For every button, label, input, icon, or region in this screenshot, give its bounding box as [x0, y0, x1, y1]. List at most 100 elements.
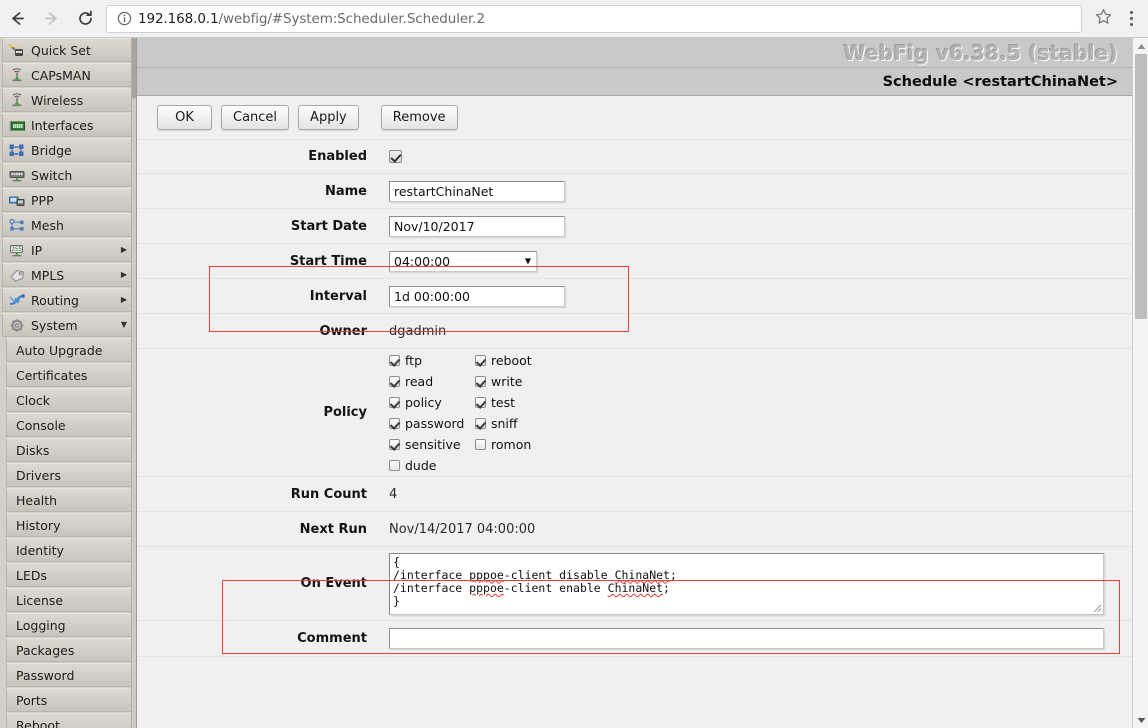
bookmark-button[interactable]: [1088, 4, 1118, 34]
on-event-textarea[interactable]: { /interface pppoe-client disable ChinaN…: [389, 552, 1104, 615]
interval-label: Interval: [309, 288, 367, 304]
start-date-input[interactable]: [389, 215, 565, 237]
sidebar-item-quick-set[interactable]: Quick Set: [2, 38, 134, 62]
sidebar-subitem-label: Drivers: [16, 467, 61, 483]
sidebar-item-label: System: [31, 317, 78, 333]
sidebar-item-wireless[interactable]: Wireless: [2, 88, 134, 112]
scroll-down-arrow-icon[interactable]: [1133, 712, 1148, 728]
on-event-label: On Event: [300, 576, 367, 591]
policy-checkbox-test[interactable]: [475, 397, 486, 408]
policy-value: ftp reboot read write policy test password snif…: [389, 344, 1132, 481]
comment-value: [389, 628, 1132, 649]
chevron-right-icon: ▶: [120, 270, 127, 279]
sidebar-subitem-packages[interactable]: Packages: [6, 638, 134, 662]
sidebar-subitem-certificates[interactable]: Certificates: [6, 363, 134, 387]
policy-checkbox-read[interactable]: [389, 376, 400, 387]
sidebar-subitem-label: Password: [16, 667, 75, 683]
policy-label-test: test: [491, 395, 516, 410]
cancel-button[interactable]: Cancel: [221, 105, 290, 130]
sidebar-item-bridge[interactable]: Bridge: [2, 138, 134, 162]
policy-label-policy: policy: [405, 395, 442, 410]
policy-label-dude: dude: [405, 458, 437, 473]
policy-checkbox-sensitive[interactable]: [389, 439, 400, 450]
policy-checkbox-policy[interactable]: [389, 397, 400, 408]
sidebar-subitem-clock[interactable]: Clock: [6, 388, 134, 412]
sidebar-subitem-label: History: [16, 517, 61, 533]
ok-button[interactable]: OK: [157, 105, 212, 130]
browser-toolbar: 192.168.0.1/webfig/#System:Scheduler.Sch…: [0, 0, 1148, 38]
sidebar-item-mpls[interactable]: MPLS ▶: [2, 263, 134, 287]
sidebar-item-routing[interactable]: Routing ▶: [2, 288, 134, 312]
enabled-checkbox[interactable]: [389, 150, 402, 163]
scroll-up-arrow-icon[interactable]: [1133, 38, 1148, 54]
start-time-select[interactable]: 04:00:00 ▼: [389, 250, 537, 272]
back-button[interactable]: [0, 4, 34, 34]
main-scrollbar[interactable]: [1132, 38, 1148, 728]
start-time-selected-value: 04:00:00: [394, 253, 451, 269]
info-circle-icon[interactable]: [113, 11, 135, 26]
remove-button[interactable]: Remove: [380, 105, 458, 130]
sidebar-subitem-ports[interactable]: Ports: [6, 688, 134, 712]
reload-icon: [76, 9, 95, 28]
row-comment: Comment: [137, 621, 1132, 657]
sidebar-item-system[interactable]: System ▼: [2, 313, 134, 337]
next-run-label: Next Run: [299, 521, 367, 537]
sidebar-subitem-health[interactable]: Health: [6, 488, 134, 512]
interval-input[interactable]: [389, 285, 565, 307]
next-run-value: Nov/14/2017 04:00:00: [389, 521, 536, 537]
sidebar-item-ip[interactable]: 255 IP ▶: [2, 238, 134, 262]
sidebar-subitem-leds[interactable]: LEDs: [6, 563, 134, 587]
form-toolbar: OK Cancel Apply Remove: [137, 96, 1132, 140]
policy-checkbox-dude[interactable]: [389, 460, 400, 471]
sidebar-subitem-logging[interactable]: Logging: [6, 613, 134, 637]
policy-checkbox-password[interactable]: [389, 418, 400, 429]
sidebar-item-label: PPP: [31, 192, 54, 208]
name-label: Name: [324, 183, 367, 199]
policy-checkbox-sniff[interactable]: [475, 418, 486, 429]
policy-checkbox-romon[interactable]: [475, 439, 486, 450]
policy-item-sensitive: sensitive: [389, 434, 475, 455]
policy-item-write: write: [475, 371, 561, 392]
script-line-4: }: [393, 594, 400, 609]
policy-checkbox-reboot[interactable]: [475, 355, 486, 366]
sidebar-item-ppp[interactable]: PPP: [2, 188, 134, 212]
forward-button[interactable]: [34, 4, 68, 34]
sidebar-subitem-license[interactable]: License: [6, 588, 134, 612]
policy-item-sniff: sniff: [475, 413, 561, 434]
sidebar-subitem-password[interactable]: Password: [6, 663, 134, 687]
sidebar-top-items: Quick Set CAPsMAN Wireless Interfaces Bridge…: [0, 38, 136, 337]
policy-checkbox-write[interactable]: [475, 376, 486, 387]
textarea-resize-handle[interactable]: [1091, 602, 1102, 613]
sidebar-subitem-history[interactable]: History: [6, 513, 134, 537]
sidebar-item-label: Interfaces: [31, 117, 94, 133]
name-input[interactable]: [389, 180, 565, 202]
policy-label-sniff: sniff: [491, 416, 518, 431]
main-scrollbar-thumb[interactable]: [1135, 54, 1147, 319]
sidebar-item-mesh[interactable]: Mesh: [2, 213, 134, 237]
sidebar-subitem-drivers[interactable]: Drivers: [6, 463, 134, 487]
policy-item-reboot: reboot: [475, 350, 561, 371]
sidebar-subitem-identity[interactable]: Identity: [6, 538, 134, 562]
sidebar-subitem-console[interactable]: Console: [6, 413, 134, 437]
policy-checkbox-ftp[interactable]: [389, 355, 400, 366]
url-path: /webfig/#System:Scheduler.Scheduler.2: [218, 10, 485, 27]
sidebar-subitem-auto-upgrade[interactable]: Auto Upgrade: [6, 338, 134, 362]
sidebar-subitem-label: Logging: [16, 617, 66, 633]
sidebar-item-switch[interactable]: Switch: [2, 163, 134, 187]
reload-button[interactable]: [68, 4, 102, 34]
sidebar-menu: Quick Set CAPsMAN Wireless Interfaces Bridge…: [0, 38, 136, 728]
comment-input[interactable]: [389, 628, 1104, 649]
sidebar-subitem-disks[interactable]: Disks: [6, 438, 134, 462]
row-interval: Interval: [137, 279, 1132, 314]
sidebar-item-capsman[interactable]: CAPsMAN: [2, 63, 134, 87]
apply-button[interactable]: Apply: [298, 105, 359, 130]
run-count-value: 4: [389, 486, 398, 502]
sidebar-item-label: Quick Set: [31, 42, 91, 58]
policy-item-dude: dude: [389, 455, 475, 476]
sidebar-subitem-label: Certificates: [16, 367, 88, 383]
sidebar-subitem-label: Identity: [16, 542, 64, 558]
sidebar-item-interfaces[interactable]: Interfaces: [2, 113, 134, 137]
address-bar[interactable]: 192.168.0.1/webfig/#System:Scheduler.Sch…: [106, 4, 1082, 33]
sidebar-subitem-reboot[interactable]: Reboot: [6, 713, 134, 728]
browser-menu-button[interactable]: [1118, 4, 1144, 34]
